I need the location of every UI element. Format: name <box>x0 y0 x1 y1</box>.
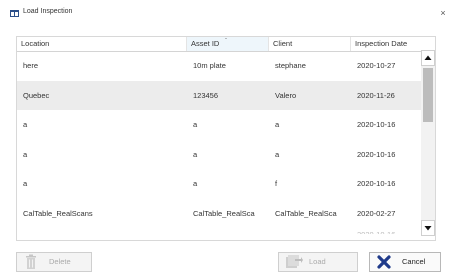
title-bar: Load Inspection × <box>0 0 454 26</box>
cell-client: Valero <box>275 90 297 100</box>
column-header-location[interactable]: Location <box>17 37 187 51</box>
cell-asset-id: a <box>193 149 198 159</box>
table-row[interactable]: here 10m plate stephane 2020-10-27 <box>17 51 422 81</box>
column-header-client[interactable]: Client <box>269 37 351 51</box>
partially-visible-row: 2020-10-16 <box>357 230 395 234</box>
cell-inspection-date: 2020-10-16 <box>357 149 396 159</box>
table-row[interactable]: a a f 2020-10-16 <box>17 169 422 199</box>
cell-inspection-date: 2020-10-16 <box>357 120 396 130</box>
cell-asset-id: a <box>193 179 198 189</box>
load-button[interactable]: Load <box>278 252 358 272</box>
scroll-up-button[interactable] <box>421 50 435 66</box>
cell-client: f <box>275 179 278 189</box>
scroll-thumb[interactable] <box>423 68 433 122</box>
table-row[interactable]: Quebec 123456 Valero 2020-11-26 <box>17 80 422 111</box>
inspection-table: Location Asset ID ˆ Client Inspection Da… <box>16 36 436 241</box>
cell-client: a <box>275 120 280 130</box>
delete-button[interactable]: Delete <box>16 252 92 272</box>
close-button[interactable]: × <box>436 6 450 20</box>
table-body: here 10m plate stephane 2020-10-27 Quebec 123… <box>17 51 422 229</box>
cell-inspection-date: 2020-11-26 <box>357 90 395 100</box>
cell-location: here <box>23 61 39 70</box>
cell-location: a <box>23 179 28 189</box>
cell-asset-id: 123456 <box>193 90 219 100</box>
window-title: Load Inspection <box>23 8 73 15</box>
arrow-down-icon <box>424 226 432 231</box>
table-header: Location Asset ID ˆ Client Inspection Da… <box>17 37 435 52</box>
load-button-label: Load <box>309 257 326 266</box>
close-icon: × <box>440 8 446 18</box>
cell-inspection-date: 2020-10-16 <box>357 179 396 189</box>
cancel-button-label: Cancel <box>402 257 426 266</box>
app-window-icon <box>10 10 19 17</box>
sort-ascending-icon: ˆ <box>225 39 227 45</box>
cell-client: CalTable_RealSca <box>275 208 337 218</box>
load-inspection-dialog: Load Inspection × Location Asset ID ˆ Cl… <box>0 0 454 278</box>
cell-inspection-date: 2020-02-27 <box>357 208 396 218</box>
trash-icon <box>26 254 36 269</box>
cell-inspection-date: 2020-10-27 <box>357 61 396 70</box>
cell-client: stephane <box>275 61 306 70</box>
cell-client: a <box>275 149 280 159</box>
table-row[interactable]: a a a 2020-10-16 <box>17 140 422 170</box>
vertical-scrollbar[interactable] <box>421 50 435 236</box>
cell-asset-id: 10m plate <box>193 61 226 70</box>
delete-button-label: Delete <box>49 257 71 266</box>
cell-asset-id: CalTable_RealSca <box>193 208 255 218</box>
cell-asset-id: a <box>193 120 198 130</box>
column-header-inspection-date[interactable]: Inspection Date <box>351 37 435 51</box>
scroll-down-button[interactable] <box>421 220 435 236</box>
table-row[interactable]: CalTable_RealScans CalTable_RealSca CalTab… <box>17 199 422 229</box>
cancel-x-icon <box>377 255 391 269</box>
cell-location: Quebec <box>23 90 50 100</box>
arrow-up-icon <box>424 55 432 60</box>
cell-location: CalTable_RealScans <box>23 208 93 218</box>
table-row[interactable]: a a a 2020-10-16 <box>17 110 422 140</box>
load-icon <box>286 255 303 268</box>
cell-location: a <box>23 120 28 130</box>
cancel-button[interactable]: Cancel <box>369 252 441 272</box>
cell-location: a <box>23 149 28 159</box>
column-header-asset-id[interactable]: Asset ID ˆ <box>187 37 269 51</box>
